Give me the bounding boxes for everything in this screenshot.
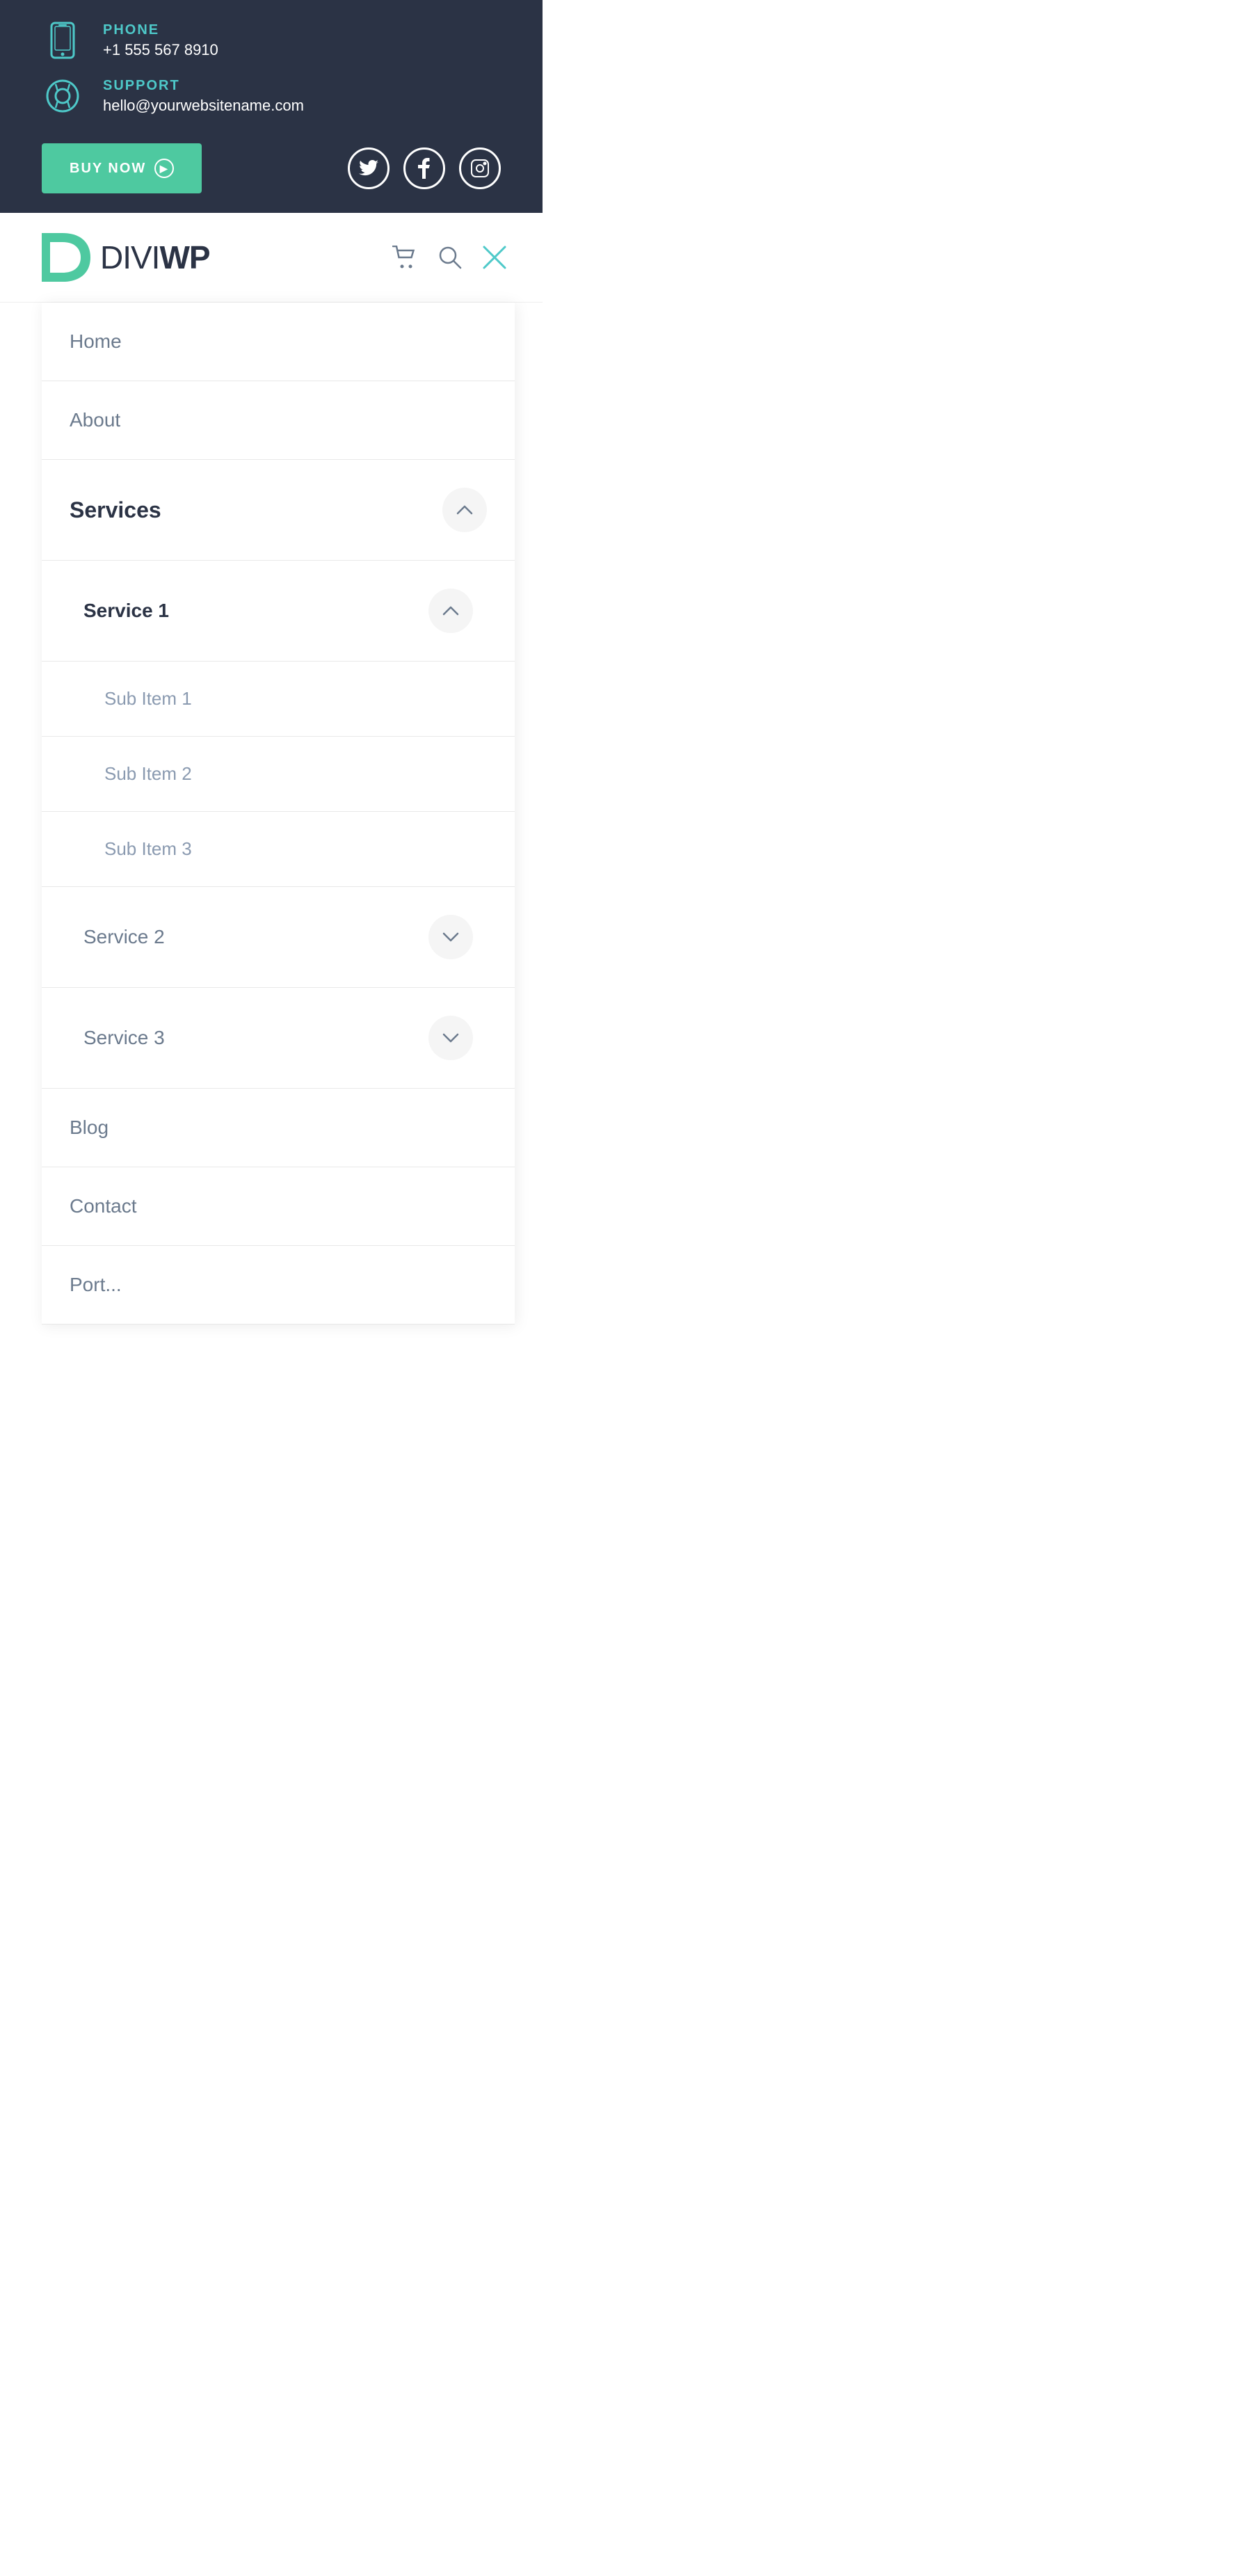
nav-sub-sub-item-1-label: Sub Item 1 (104, 688, 192, 710)
service2-toggle-button[interactable] (428, 915, 473, 959)
nav-sub-sub-item-2[interactable]: Sub Item 2 (42, 737, 515, 812)
phone-value: +1 555 567 8910 (103, 41, 218, 59)
facebook-button[interactable] (403, 147, 445, 189)
phone-row: PHONE +1 555 567 8910 (42, 19, 501, 61)
service3-toggle-button[interactable] (428, 1016, 473, 1060)
support-label: SUPPORT (103, 78, 304, 94)
nav-sub-sub-item-2-label: Sub Item 2 (104, 763, 192, 785)
nav-menu: Home About Services Service 1 (42, 303, 515, 1325)
header-icons-group (392, 244, 508, 271)
instagram-button[interactable] (459, 147, 501, 189)
service2-chevron-down-icon (442, 929, 459, 945)
social-icons-group (348, 147, 501, 189)
nav-sub-sub-item-1[interactable]: Sub Item 1 (42, 662, 515, 737)
nav-item-about[interactable]: About (42, 381, 515, 460)
nav-sub-item-service2-label: Service 2 (83, 926, 165, 948)
phone-icon (46, 22, 79, 59)
nav-item-blog[interactable]: Blog (42, 1089, 515, 1167)
close-icon[interactable] (481, 244, 508, 271)
twitter-icon (359, 160, 378, 177)
logo: DIVI WP (35, 230, 210, 285)
site-header: DIVI WP (0, 213, 543, 303)
buy-now-arrow-icon: ▶ (154, 159, 174, 178)
logo-wp-text: WP (159, 239, 209, 276)
instagram-icon (470, 159, 490, 178)
nav-sub-item-service1[interactable]: Service 1 (42, 561, 515, 662)
twitter-button[interactable] (348, 147, 390, 189)
chevron-up-icon (456, 502, 473, 518)
cart-icon[interactable] (392, 246, 419, 269)
facebook-icon (418, 158, 431, 179)
nav-item-contact[interactable]: Contact (42, 1167, 515, 1246)
phone-contact-text: PHONE +1 555 567 8910 (103, 22, 218, 59)
nav-sub-sub-item-3[interactable]: Sub Item 3 (42, 812, 515, 887)
nav-sub-item-service3-label: Service 3 (83, 1027, 165, 1049)
service1-toggle-button[interactable] (428, 589, 473, 633)
logo-d-svg (35, 230, 97, 285)
support-icon-wrap (42, 75, 83, 117)
search-icon[interactable] (438, 246, 462, 269)
topbar-bottom-row: BUY NOW ▶ (42, 143, 501, 193)
services-toggle-button[interactable] (442, 488, 487, 532)
nav-item-home[interactable]: Home (42, 303, 515, 381)
support-icon (44, 77, 81, 115)
nav-item-services[interactable]: Services (42, 460, 515, 561)
logo-d-mark (35, 230, 97, 285)
support-value: hello@yourwebsitename.com (103, 97, 304, 115)
support-contact-text: SUPPORT hello@yourwebsitename.com (103, 78, 304, 115)
nav-item-services-label: Services (70, 497, 161, 523)
nav-item-portfolio-label: Port... (70, 1274, 122, 1296)
top-bar: PHONE +1 555 567 8910 SUPPORT hello@your… (0, 0, 543, 213)
phone-icon-wrap (42, 19, 83, 61)
logo-wordmark: DIVI WP (100, 239, 210, 276)
nav-item-blog-label: Blog (70, 1117, 109, 1139)
service1-chevron-up-icon (442, 602, 459, 619)
buy-now-button[interactable]: BUY NOW ▶ (42, 143, 202, 193)
support-row: SUPPORT hello@yourwebsitename.com (42, 75, 501, 117)
nav-item-about-label: About (70, 409, 120, 431)
nav-item-home-label: Home (70, 330, 122, 353)
service3-chevron-down-icon (442, 1030, 459, 1046)
nav-sub-item-service2[interactable]: Service 2 (42, 887, 515, 988)
nav-sub-item-service1-label: Service 1 (83, 600, 169, 622)
nav-item-portfolio[interactable]: Port... (42, 1246, 515, 1325)
nav-sub-sub-item-3-label: Sub Item 3 (104, 838, 192, 860)
nav-item-contact-label: Contact (70, 1195, 137, 1217)
nav-sub-item-service3[interactable]: Service 3 (42, 988, 515, 1089)
logo-divi-text: DIVI (100, 239, 159, 276)
nav-menu-container: Home About Services Service 1 (0, 303, 543, 1325)
phone-label: PHONE (103, 22, 218, 38)
